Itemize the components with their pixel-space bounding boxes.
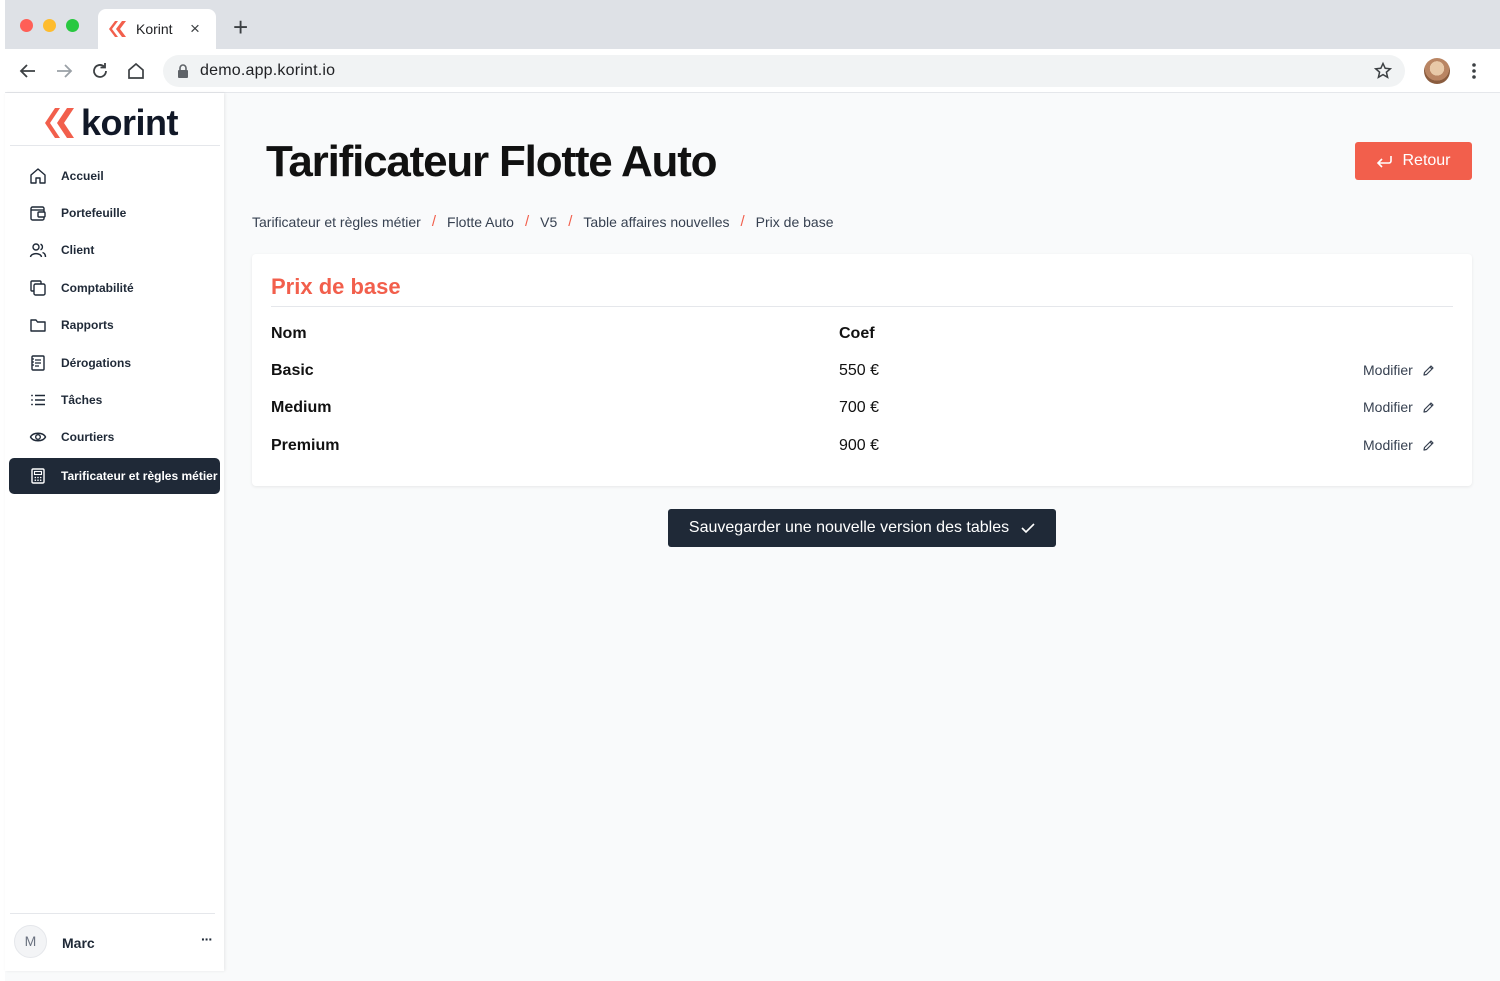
breadcrumb-item[interactable]: V5 [540,214,557,230]
modify-button[interactable]: Modifier [1363,437,1435,453]
reload-icon[interactable] [89,60,111,82]
table-row: Medium 700 € Modifier [252,399,1472,436]
url-text: demo.app.korint.io [200,62,336,79]
breadcrumb: Tarificateur et règles métier / Flotte A… [252,213,833,230]
lock-icon [178,64,188,78]
breadcrumb-item[interactable]: Tarificateur et règles métier [252,214,421,230]
eye-icon [29,432,47,442]
sidebar-nav: Accueil Portefeuille Client Comptabilité… [9,157,220,495]
browser-tabbar: Korint × + [5,0,1500,49]
sidebar-item-label: Tâches [61,393,103,408]
save-new-version-button[interactable]: Sauvegarder une nouvelle version des tab… [668,509,1056,547]
copy-icon [30,280,46,296]
modify-label: Modifier [1363,362,1413,378]
profile-avatar[interactable] [1424,58,1450,84]
modify-button[interactable]: Modifier [1363,362,1435,378]
row-value: 550 € [839,362,880,379]
column-header-nom: Nom [271,325,307,342]
new-tab-button[interactable]: + [233,14,248,40]
sidebar-item-label: Accueil [61,168,104,183]
sidebar-item-label: Tarificateur et règles métier [61,469,218,484]
sidebar-item-label: Client [61,243,95,258]
row-value: 700 € [839,399,880,416]
table-row: Basic 550 € Modifier [252,362,1472,399]
korint-logo-mark-icon [45,108,74,138]
row-name: Basic [271,362,314,379]
sidebar-item-label: Dérogations [61,355,132,370]
sidebar-item-comptabilite[interactable]: Comptabilité [9,269,220,306]
sidebar-item-taches[interactable]: Tâches [9,381,220,418]
sidebar-item-accueil[interactable]: Accueil [9,157,220,194]
pencil-icon [1423,401,1434,413]
calculator-icon [31,468,45,484]
home-browser-icon[interactable] [125,60,147,82]
home-icon [30,167,46,184]
save-button-label: Sauvegarder une nouvelle version des tab… [688,519,1010,536]
table-row: Premium 900 € Modifier [252,437,1472,474]
sidebar-footer-divider [10,913,215,914]
logo-text: korint [81,102,179,143]
folder-icon [30,319,46,332]
users-icon [29,243,47,258]
sidebar-item-rapports[interactable]: Rapports [9,307,220,344]
close-window-button[interactable] [20,19,33,32]
sidebar: korint Accueil Portefeuille Client Compt… [5,93,224,971]
row-name: Premium [271,437,340,454]
check-icon [1021,523,1035,534]
breadcrumb-separator: / [740,213,745,230]
sidebar-divider [10,145,220,146]
modify-label: Modifier [1363,437,1413,453]
card-title: Prix de base [271,274,401,299]
sidebar-item-label: Comptabilité [61,280,134,295]
wallet-icon [30,206,46,221]
pencil-icon [1423,364,1434,376]
modify-button[interactable]: Modifier [1363,399,1435,415]
breadcrumb-current: Prix de base [755,213,834,230]
row-name: Medium [271,399,332,416]
price-table-card: Prix de base Nom Coef Basic 550 € Modifi… [252,254,1472,486]
breadcrumb-separator: / [431,213,437,230]
row-value: 900 € [839,437,880,454]
browser-menu-icon[interactable] [1471,61,1477,81]
sidebar-item-client[interactable]: Client [9,232,220,269]
sidebar-item-tarificateur[interactable]: Tarificateur et règles métier [9,458,220,495]
back-arrow-icon[interactable] [17,60,39,82]
pencil-icon [1423,439,1434,451]
maximize-window-button[interactable] [66,19,79,32]
browser-toolbar: demo.app.korint.io [5,49,1500,93]
korint-favicon-icon [109,21,126,37]
browser-window: Korint × + demo.app.korint.io korint Acc… [5,0,1500,981]
page-title: Tarificateur Flotte Auto [266,137,718,186]
bookmark-star-icon[interactable] [1373,61,1393,81]
user-name: Marc [62,935,95,951]
document-icon [31,354,45,371]
modify-label: Modifier [1363,399,1413,415]
sidebar-item-courtiers[interactable]: Courtiers [9,419,220,456]
card-divider [271,306,1453,307]
back-button[interactable]: Retour [1355,142,1472,180]
forward-arrow-icon[interactable] [53,60,75,82]
breadcrumb-separator: / [568,213,573,230]
sidebar-item-label: Portefeuille [61,206,127,221]
return-arrow-icon [1377,156,1393,168]
sidebar-item-label: Rapports [61,318,114,333]
breadcrumb-separator: / [524,213,530,230]
column-header-coef: Coef [839,325,875,342]
breadcrumb-item[interactable]: Flotte Auto [447,214,514,230]
breadcrumb-item[interactable]: Table affaires nouvelles [583,214,729,230]
address-bar[interactable]: demo.app.korint.io [163,55,1405,87]
back-button-label: Retour [1402,152,1451,169]
browser-tab[interactable]: Korint × [98,9,216,49]
tab-close-icon[interactable]: × [190,19,200,39]
user-avatar[interactable]: M [14,925,47,958]
sidebar-item-portefeuille[interactable]: Portefeuille [9,194,220,231]
list-icon [31,394,45,406]
sidebar-item-label: Courtiers [61,430,115,445]
tab-title: Korint [136,21,173,37]
user-more-menu-icon[interactable]: ··· [201,931,213,947]
sidebar-item-derogations[interactable]: Dérogations [9,344,220,381]
minimize-window-button[interactable] [43,19,56,32]
korint-logo[interactable]: korint [43,101,179,145]
